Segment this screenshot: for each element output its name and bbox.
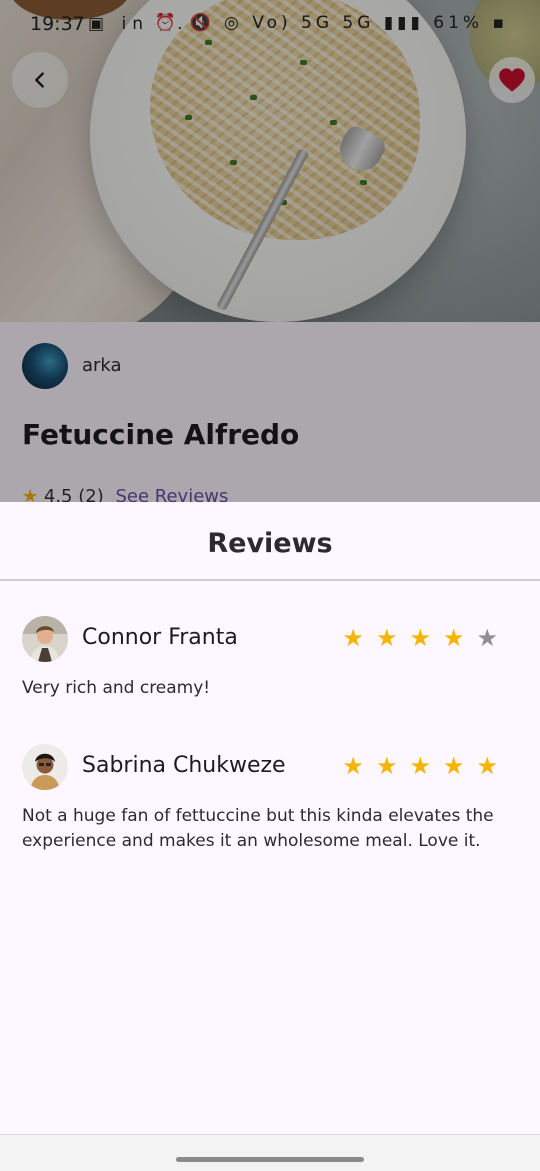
review-text: Not a huge fan of fettuccine but this ki… [22, 806, 494, 851]
avatar [22, 616, 68, 662]
review-text: Very rich and creamy! [22, 678, 211, 698]
star-icon: ★ [342, 752, 376, 780]
star-icon: ★ [442, 624, 477, 652]
review-stars: ★★★★★ [342, 752, 510, 780]
reviewer-photo [22, 616, 68, 662]
star-icon: ★ [442, 752, 477, 780]
star-icon: ★ [375, 624, 410, 652]
star-icon: ★ [476, 624, 510, 652]
star-icon: ★ [342, 624, 376, 652]
reviewer-name: Sabrina Chukweze [82, 753, 286, 778]
star-icon: ★ [476, 752, 510, 780]
home-gesture-handle[interactable] [176, 1157, 364, 1162]
star-icon: ★ [409, 624, 443, 652]
review-stars: ★★★★★ [342, 624, 510, 652]
reviewer-name: Connor Franta [82, 625, 238, 650]
system-nav-bar [0, 1134, 540, 1171]
divider [0, 579, 540, 581]
reviews-bottom-sheet: Reviews Connor Franta ★★★★★ Very rich an… [0, 502, 540, 1134]
star-icon: ★ [409, 752, 443, 780]
star-icon: ★ [375, 752, 410, 780]
reviewer-photo [22, 744, 68, 790]
avatar [22, 744, 68, 790]
sheet-title: Reviews [207, 528, 333, 559]
